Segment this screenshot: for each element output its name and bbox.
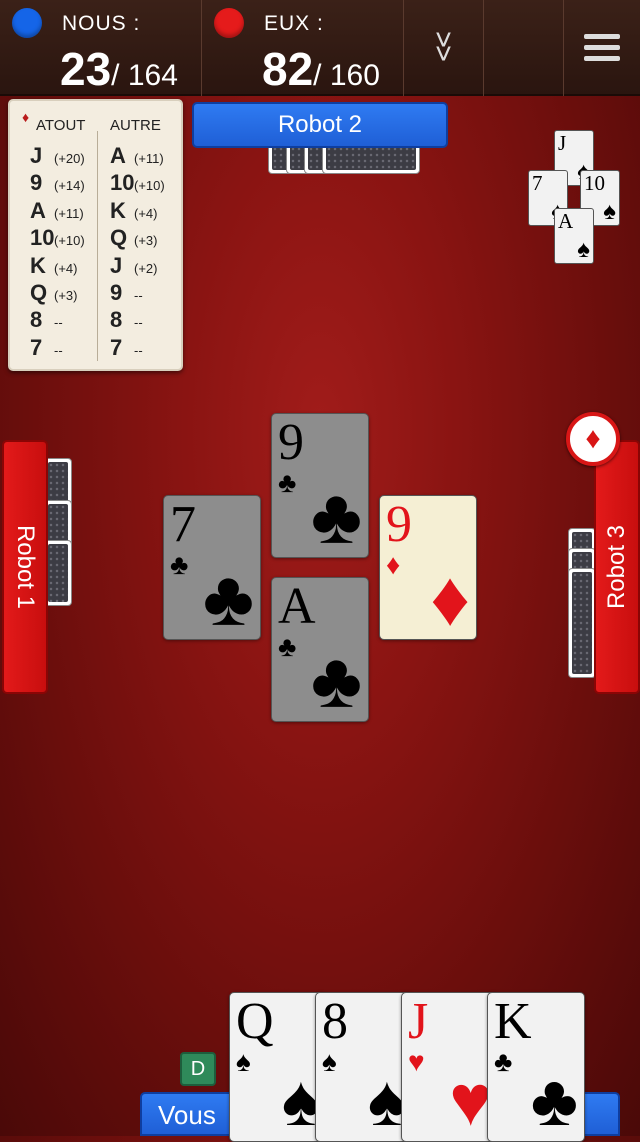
card-rank: J [558,131,567,155]
list-item: 7 -- [30,334,63,360]
card-suit-icon: ♣ [278,632,297,663]
list-item: K (+4) [110,197,158,223]
list-item: 8 -- [110,307,143,333]
list-item: 9 (+14) [30,170,85,196]
list-item: 10(+10) [110,170,165,196]
trump-values-column: J (+20) 9 (+14) A (+11) 10(+10) K (+4) Q (+3)… [30,143,85,362]
list-item: A (+11) [30,197,84,223]
played-card-right: 9 ♦ ♦ [379,495,477,640]
card-rank: A [558,209,574,233]
other-header: AUTRE [110,117,161,134]
card-suit-icon: ♣ [202,555,254,640]
played-card-left: 7 ♣ ♣ [163,495,261,640]
card-suit-icon: ♣ [170,550,189,581]
robot1-card-back [44,540,72,606]
hand-card[interactable]: 8 ♠ ♠ [315,992,413,1142]
played-card-bottom: A ♣ ♣ [271,577,369,722]
list-item: 9 -- [110,279,143,305]
card-suit-icon: ♦ [386,550,401,581]
played-card-top: 9 ♣ ♣ [271,413,369,558]
menu-button[interactable] [564,0,640,94]
player-label-robot3: Robot 3 [594,440,640,694]
last-trick-card: A ♠ [554,208,594,264]
trump-suit-badge: ♦ [566,412,620,466]
card-suit-icon: ♣ [530,1061,578,1141]
card-rank: 9 [386,496,412,553]
card-suit-icon: ♣ [278,468,297,499]
list-item: 7 -- [110,334,143,360]
team-them-score: EUX : 82/ 160 [202,0,404,96]
team-them-color-dot [214,8,244,38]
robot3-card-back [568,568,596,678]
card-rank: Q [236,993,274,1050]
double-chevron-down-icon: ˅ ˅ [434,24,453,71]
team-them-name: EUX : [264,12,324,35]
list-item: Q (+3) [110,225,158,251]
collapse-button[interactable]: ˅ ˅ [404,0,484,96]
card-rank: 7 [170,496,196,553]
card-suit-icon: ♥ [408,1047,425,1078]
dealer-badge: D [180,1052,216,1086]
card-rank: A [278,578,316,635]
toolbar-spacer [484,0,564,96]
card-suit-icon: ♠ [236,1047,251,1078]
player-label-robot2: Robot 2 [192,102,448,148]
card-rank: 8 [322,993,348,1050]
diamond-icon: ♦ [22,109,30,125]
team-us-color-dot [12,8,42,38]
card-suit-icon: ♥ [449,1061,492,1141]
list-item: 8 -- [30,307,63,333]
other-values-column: A (+11) 10(+10) K (+4) Q (+3) J (+2) 9 -- 8 --… [110,143,165,362]
team-them-target: / 160 [313,59,380,92]
card-suit-icon: ♣ [310,473,362,558]
card-suit-icon: ♣ [310,637,362,722]
hand-card[interactable]: K ♣ ♣ [487,992,585,1142]
column-divider [97,131,98,361]
card-suit-icon: ♠ [322,1047,337,1078]
list-item: J (+20) [30,143,85,168]
card-suit-icon: ♠ [603,199,616,225]
card-rank: 9 [278,414,304,471]
hamburger-menu-icon [584,28,620,67]
score-bar: NOUS : 23/ 164 EUX : 82/ 160 ˅ ˅ [0,0,640,96]
team-us-points: 23 [60,43,112,95]
hand-card[interactable]: J ♥ ♥ [401,992,499,1142]
card-values-reference: ♦ ATOUT AUTRE J (+20) 9 (+14) A (+11) 10(+1… [8,99,183,371]
list-item: J (+2) [110,252,158,278]
team-them-points: 82 [262,43,314,95]
card-suit-icon: ♦ [430,555,470,640]
list-item: 10(+10) [30,225,85,251]
card-rank: K [494,993,532,1050]
trump-header: ATOUT [36,117,86,134]
team-us-score: NOUS : 23/ 164 [0,0,202,96]
hand-card[interactable]: Q ♠ ♠ [229,992,327,1142]
list-item: A (+11) [110,143,164,168]
card-rank: 10 [584,171,605,195]
list-item: Q (+3) [30,279,78,305]
card-suit-icon: ♣ [494,1047,513,1078]
team-us-name: NOUS : [62,12,141,35]
team-us-target: / 164 [111,59,178,92]
card-rank: 7 [532,171,543,195]
card-suit-icon: ♠ [577,237,590,263]
diamond-icon: ♦ [585,422,601,455]
player-label-robot1: Robot 1 [2,440,48,694]
list-item: K (+4) [30,252,78,278]
card-rank: J [408,993,429,1050]
